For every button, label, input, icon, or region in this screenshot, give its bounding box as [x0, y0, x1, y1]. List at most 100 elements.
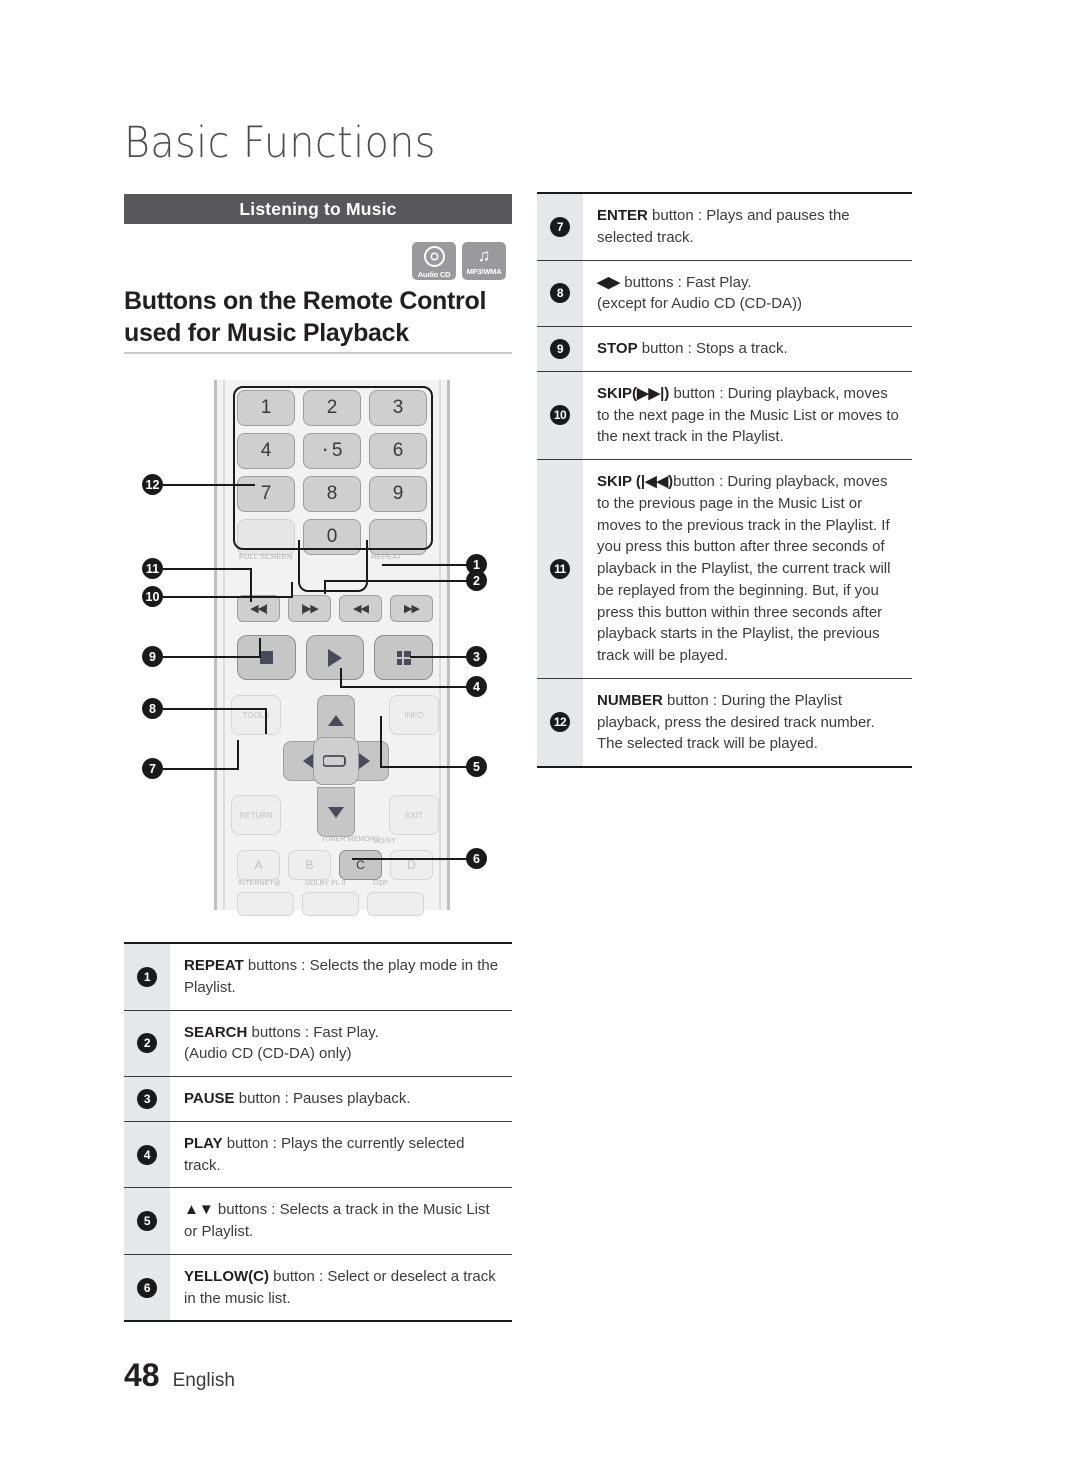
key-1[interactable]: 1: [237, 390, 295, 426]
info-button[interactable]: INFO: [389, 695, 439, 735]
tools-button[interactable]: TOOLS: [231, 695, 281, 735]
search-forward-button[interactable]: ▶▶: [390, 595, 433, 622]
menu-icon: [396, 650, 411, 665]
leader-line-3: [410, 656, 468, 658]
callout-6: 6: [466, 848, 487, 869]
row-text-cell: ▲▼ buttons : Selects a track in the Musi…: [170, 1188, 512, 1254]
leader-line-9-v: [259, 638, 261, 658]
skip-forward-button[interactable]: |▶▶: [288, 595, 331, 622]
row-number-cell: 2: [124, 1010, 170, 1076]
transport-button-row: ◀◀| |▶▶ ◀◀ ▶▶: [237, 595, 433, 622]
row-term: STOP: [597, 340, 638, 357]
disc-icon: [423, 245, 445, 267]
button-description-table-right: 7 ENTER button : Plays and pauses the se…: [537, 192, 912, 768]
page-title: Basic Functions: [124, 118, 436, 168]
key-8[interactable]: 8: [303, 476, 361, 512]
internet-button[interactable]: [237, 892, 294, 916]
stop-icon: [259, 651, 273, 664]
row-number-cell: 9: [537, 327, 583, 371]
audio-cd-badge: Audio CD: [412, 242, 456, 280]
row-text-cell: NUMBER button : During the Playlist play…: [583, 679, 912, 766]
bullet-4: 4: [137, 1144, 157, 1165]
return-button[interactable]: RETURN: [231, 795, 281, 835]
row-description: button : Pauses playback.: [234, 1090, 411, 1107]
arrow-down-icon: [328, 806, 344, 818]
section-header-label: Listening to Music: [239, 198, 397, 219]
arrow-left-icon: [302, 753, 314, 769]
row-term: REPEAT: [184, 957, 244, 974]
dolby-pl2-button[interactable]: [302, 892, 359, 916]
yellow-c-button[interactable]: C: [339, 850, 382, 880]
skip-back-button[interactable]: ◀◀|: [237, 595, 280, 622]
key-6[interactable]: 6: [369, 433, 427, 469]
key-3[interactable]: 3: [369, 390, 427, 426]
row-term: ▲▼: [184, 1201, 214, 1219]
leader-line-10-h: [163, 596, 293, 598]
row-text-cell: STOP button : Stops a track.: [583, 327, 912, 371]
leader-line-8-v: [265, 708, 267, 734]
key-2[interactable]: 2: [303, 390, 361, 426]
callout-3: 3: [466, 646, 487, 667]
exit-button[interactable]: EXIT: [389, 795, 439, 835]
enter-icon: [323, 755, 346, 767]
button-description-table-left: 1 REPEAT buttons : Selects the play mode…: [124, 942, 512, 1323]
color-button-row: A B C D: [237, 850, 433, 880]
leader-line-2-v: [324, 580, 326, 594]
keypad-row: 1 2 3: [237, 390, 427, 426]
exit-label: EXIT: [405, 810, 423, 820]
row-number-cell: 6: [124, 1254, 170, 1321]
callout-9: 9: [142, 646, 163, 667]
leader-line-7-h: [163, 768, 239, 770]
enter-button[interactable]: [313, 737, 359, 785]
bottom-button-row: [237, 892, 433, 916]
page-footer: 48 English: [124, 1357, 235, 1394]
dsp-button[interactable]: [367, 892, 424, 916]
leader-line-4-h: [340, 686, 468, 688]
info-label: INFO: [404, 710, 424, 720]
callout-7: 7: [142, 758, 163, 779]
red-a-button[interactable]: A: [237, 850, 280, 880]
full-screen-label: FULL SCREEN: [239, 552, 293, 561]
audio-cd-badge-label: Audio CD: [417, 269, 451, 279]
page-language: English: [172, 1370, 235, 1391]
tuner-memory-label: TUNER MEMORY: [321, 836, 380, 843]
full-screen-button[interactable]: [237, 519, 295, 555]
row-description: button : Plays the currently selected tr…: [184, 1134, 465, 1174]
table-row: 8 ◀▶ buttons : Fast Play. (except for Au…: [537, 260, 912, 327]
row-term: NUMBER: [597, 691, 663, 709]
section-header-bar: Listening to Music: [124, 194, 512, 224]
key-7[interactable]: 7: [237, 476, 295, 512]
blue-d-button[interactable]: D: [390, 850, 433, 880]
leader-line-11-h: [163, 568, 252, 570]
remote-control-diagram: 1 2 3 4 5 6 7 8 9 0: [124, 368, 519, 916]
row-description: button : During playback, moves to the p…: [597, 473, 891, 664]
key-9[interactable]: 9: [369, 476, 427, 512]
row-text-cell: ◀▶ buttons : Fast Play. (except for Audi…: [583, 261, 912, 327]
table-row: 4 PLAY button : Plays the currently sele…: [124, 1121, 512, 1189]
row-term: PLAY: [184, 1134, 223, 1152]
green-b-button[interactable]: B: [288, 850, 331, 880]
key-0[interactable]: 0: [303, 519, 361, 555]
key-4[interactable]: 4: [237, 433, 295, 469]
row-text-cell: PAUSE button : Pauses playback.: [170, 1077, 512, 1121]
row-number-cell: 3: [124, 1077, 170, 1121]
key-5[interactable]: 5: [303, 433, 361, 469]
leader-line-4-v: [340, 668, 342, 688]
search-back-button[interactable]: ◀◀: [339, 595, 382, 622]
dolby-label: DOLBY PL II: [305, 880, 346, 887]
row-number-cell: 12: [537, 678, 583, 766]
row-number-cell: 4: [124, 1121, 170, 1188]
repeat-button[interactable]: [369, 519, 427, 555]
play-button[interactable]: [305, 635, 365, 680]
keypad-row: 7 8 9: [237, 476, 427, 512]
table-row: 7 ENTER button : Plays and pauses the se…: [537, 194, 912, 261]
row-term: ◀▶: [597, 273, 621, 291]
dpad-down-button[interactable]: [317, 787, 355, 837]
row-text-cell: SKIP(▶▶|) button : During playback, move…: [583, 372, 912, 459]
callout-4: 4: [466, 676, 487, 697]
row-text-cell: ENTER button : Plays and pauses the sele…: [583, 194, 912, 260]
heading-divider: [124, 352, 512, 354]
section-heading: Buttons on the Remote Control used for M…: [124, 287, 487, 347]
callout-8: 8: [142, 698, 163, 719]
callout-10: 10: [142, 586, 163, 607]
